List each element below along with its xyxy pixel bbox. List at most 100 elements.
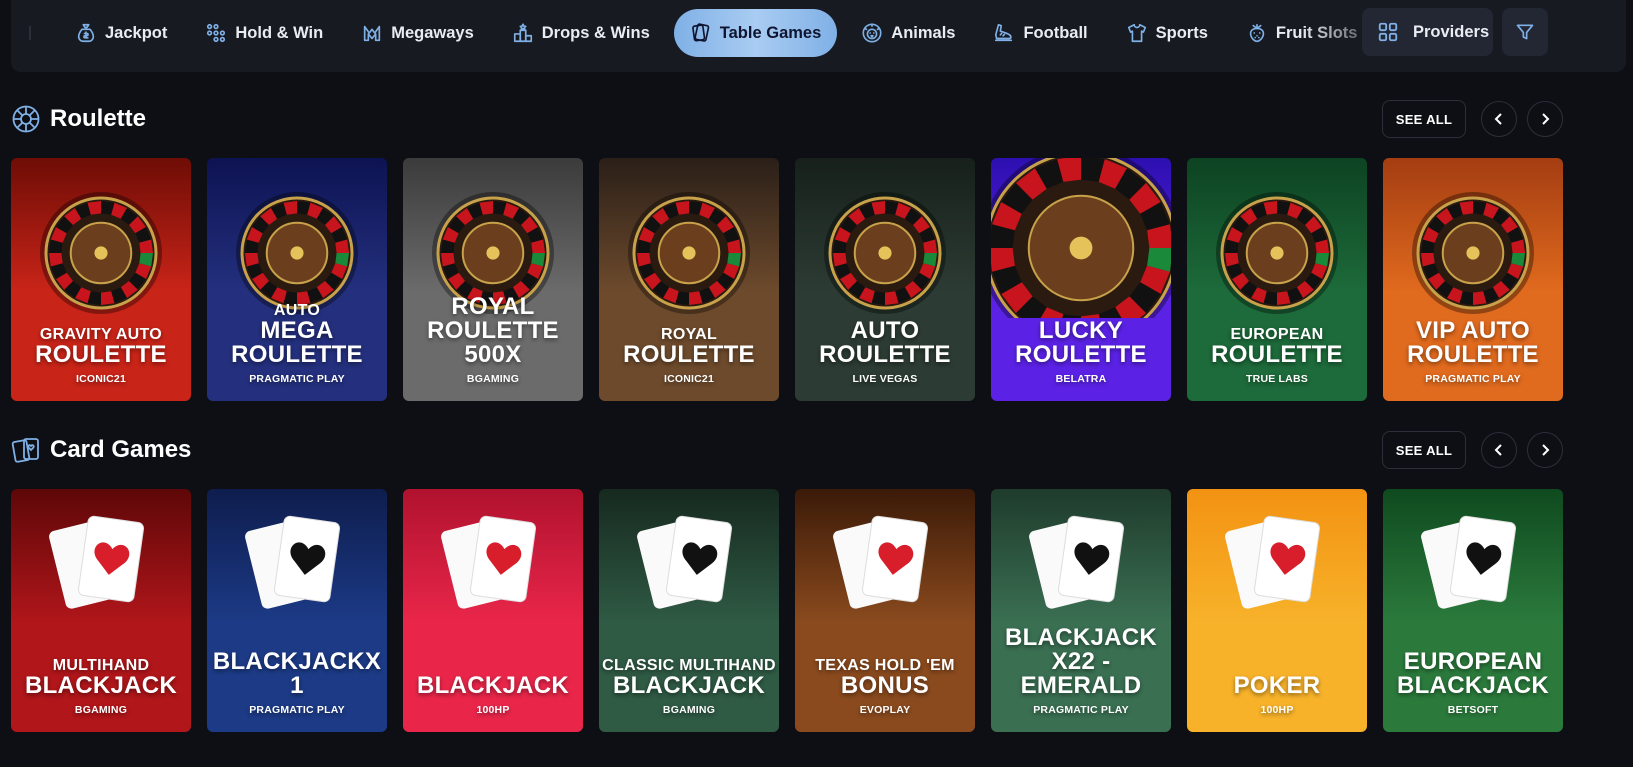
game-thumbnail	[991, 158, 1171, 318]
game-provider: EVOPLAY	[859, 704, 911, 716]
game-provider: PRAGMATIC PLAY	[249, 373, 345, 385]
game-title: BLACKJACK X22 - EMERALD	[1004, 624, 1158, 699]
nav-divider	[29, 26, 31, 40]
game-provider: BELATRA	[1055, 373, 1107, 385]
game-thumbnail	[833, 515, 929, 609]
game-title: AUTO ROULETTE	[819, 317, 951, 368]
game-title: BLACKJACK	[24, 672, 178, 699]
game-title-block: EUROPEAN BLACKJACK BETSOFT	[1383, 650, 1563, 717]
game-card[interactable]: ROYAL ROULETTE 500X BGAMING	[403, 158, 583, 401]
game-title-block: BLACKJACKX 1 PRAGMATIC PLAY	[207, 648, 387, 717]
game-thumbnail	[245, 515, 341, 609]
game-title: ROYAL ROULETTE 500X	[427, 293, 559, 368]
next-arrow-button[interactable]	[1527, 101, 1563, 137]
category-label: Football	[1023, 23, 1088, 42]
boot-icon	[993, 22, 1023, 44]
game-thumbnail	[236, 192, 358, 314]
game-provider: ICONIC21	[75, 373, 127, 385]
game-card[interactable]: AUTO MEGA ROULETTE PRAGMATIC PLAY	[207, 158, 387, 401]
game-title: ROULETTE	[623, 341, 755, 368]
providers-button[interactable]: Providers	[1362, 8, 1493, 56]
game-provider: BGAMING	[662, 704, 716, 716]
game-provider: TRUE LABS	[1246, 373, 1308, 385]
section-title: Roulette	[50, 105, 146, 132]
game-card[interactable]: MULTIHAND BLACKJACK BGAMING	[11, 489, 191, 732]
category-megaways[interactable]: Megaways	[347, 9, 488, 57]
game-provider: 100HP	[476, 704, 510, 716]
jersey-icon	[1126, 22, 1156, 44]
category-table-games[interactable]: Table Games	[673, 9, 838, 57]
category-label: Animals	[891, 23, 956, 42]
game-card[interactable]: GRAVITY AUTO ROULETTE ICONIC21	[11, 158, 191, 401]
next-arrow-button[interactable]	[1527, 432, 1563, 468]
game-title: ROULETTE	[1211, 341, 1343, 368]
game-title: BONUS	[840, 672, 930, 699]
game-thumbnail	[637, 515, 733, 609]
prev-arrow-button[interactable]	[1481, 432, 1517, 468]
game-card[interactable]: ROYAL ROULETTE ICONIC21	[599, 158, 779, 401]
game-card[interactable]: BLACKJACKX 1 PRAGMATIC PLAY	[207, 489, 387, 732]
game-title-block: EUROPEAN ROULETTE TRUE LABS	[1187, 327, 1367, 386]
game-provider: PRAGMATIC PLAY	[249, 704, 345, 716]
section-title: Card Games	[50, 436, 192, 463]
roulette-section-header: Roulette SEE ALL	[11, 100, 1626, 140]
strawberry-icon	[1246, 22, 1276, 44]
chevron-right-icon	[1542, 444, 1550, 456]
game-title-block: BLACKJACK 100HP	[403, 672, 583, 717]
game-provider: BETSOFT	[1447, 704, 1499, 716]
game-title: BLACKJACKX 1	[212, 648, 382, 699]
game-title-block: TEXAS HOLD 'EM BONUS EVOPLAY	[795, 658, 975, 717]
game-thumbnail	[628, 192, 750, 314]
game-card[interactable]: VIP AUTO ROULETTE PRAGMATIC PLAY	[1383, 158, 1563, 401]
game-thumbnail	[1216, 192, 1338, 314]
see-all-button[interactable]: SEE ALL	[1382, 100, 1466, 138]
game-title: VIP AUTO ROULETTE	[1407, 317, 1539, 368]
game-card[interactable]: AUTO ROULETTE LIVE VEGAS	[795, 158, 975, 401]
game-thumbnail	[1225, 515, 1321, 609]
category-hold-win[interactable]: Hold & Win	[191, 9, 337, 57]
category-label: Megaways	[391, 23, 474, 42]
game-card[interactable]: LUCKY ROULETTE BELATRA	[991, 158, 1171, 401]
game-title-block: AUTO MEGA ROULETTE PRAGMATIC PLAY	[207, 303, 387, 386]
game-provider: LIVE VEGAS	[852, 373, 918, 385]
game-provider: BGAMING	[74, 704, 128, 716]
game-provider: ICONIC21	[663, 373, 715, 385]
grid-icon	[1378, 22, 1398, 42]
game-card[interactable]: EUROPEAN BLACKJACK BETSOFT	[1383, 489, 1563, 732]
game-thumbnail	[1412, 192, 1534, 314]
filter-button[interactable]	[1502, 8, 1548, 56]
game-provider: PRAGMATIC PLAY	[1425, 373, 1521, 385]
category-sports[interactable]: Sports	[1112, 9, 1222, 57]
game-title-block: POKER 100HP	[1187, 672, 1367, 717]
game-title-block: BLACKJACK X22 - EMERALD PRAGMATIC PLAY	[991, 624, 1171, 717]
category-football[interactable]: Football	[979, 9, 1101, 57]
category-nav: Jackpot Hold & Win Megaways Drops & Wins Tab…	[11, 0, 1626, 72]
money-bag-icon	[75, 22, 105, 44]
game-title-block: GRAVITY AUTO ROULETTE ICONIC21	[11, 327, 191, 386]
game-card[interactable]: BLACKJACK 100HP	[403, 489, 583, 732]
game-title: BLACKJACK	[612, 672, 766, 699]
see-all-button[interactable]: SEE ALL	[1382, 431, 1466, 469]
game-title: MEGA ROULETTE	[231, 317, 363, 368]
game-card[interactable]: BLACKJACK X22 - EMERALD PRAGMATIC PLAY	[991, 489, 1171, 732]
category-scroller[interactable]: Jackpot Hold & Win Megaways Drops & Wins Tab…	[11, 9, 1411, 57]
category-drops-wins[interactable]: Drops & Wins	[498, 9, 664, 57]
game-title: LUCKY ROULETTE	[1015, 317, 1147, 368]
game-card[interactable]: EUROPEAN ROULETTE TRUE LABS	[1187, 158, 1367, 401]
game-card[interactable]: TEXAS HOLD 'EM BONUS EVOPLAY	[795, 489, 975, 732]
category-jackpot[interactable]: Jackpot	[61, 9, 181, 57]
chevron-left-icon	[1494, 113, 1502, 125]
prev-arrow-button[interactable]	[1481, 101, 1517, 137]
game-title: POKER	[1233, 672, 1321, 699]
game-title: BLACKJACK	[416, 672, 570, 699]
game-thumbnail	[824, 192, 946, 314]
game-card[interactable]: CLASSIC MULTIHAND BLACKJACK BGAMING	[599, 489, 779, 732]
category-label: Drops & Wins	[541, 23, 650, 42]
game-card[interactable]: POKER 100HP	[1187, 489, 1367, 732]
megaways-m-icon	[361, 22, 391, 44]
chevron-left-icon	[1494, 444, 1502, 456]
card-games-section-header: Card Games SEE ALL	[11, 431, 1626, 471]
game-title-block: AUTO ROULETTE LIVE VEGAS	[795, 317, 975, 386]
filter-icon	[1516, 24, 1534, 40]
category-animals[interactable]: Animals	[847, 9, 969, 57]
